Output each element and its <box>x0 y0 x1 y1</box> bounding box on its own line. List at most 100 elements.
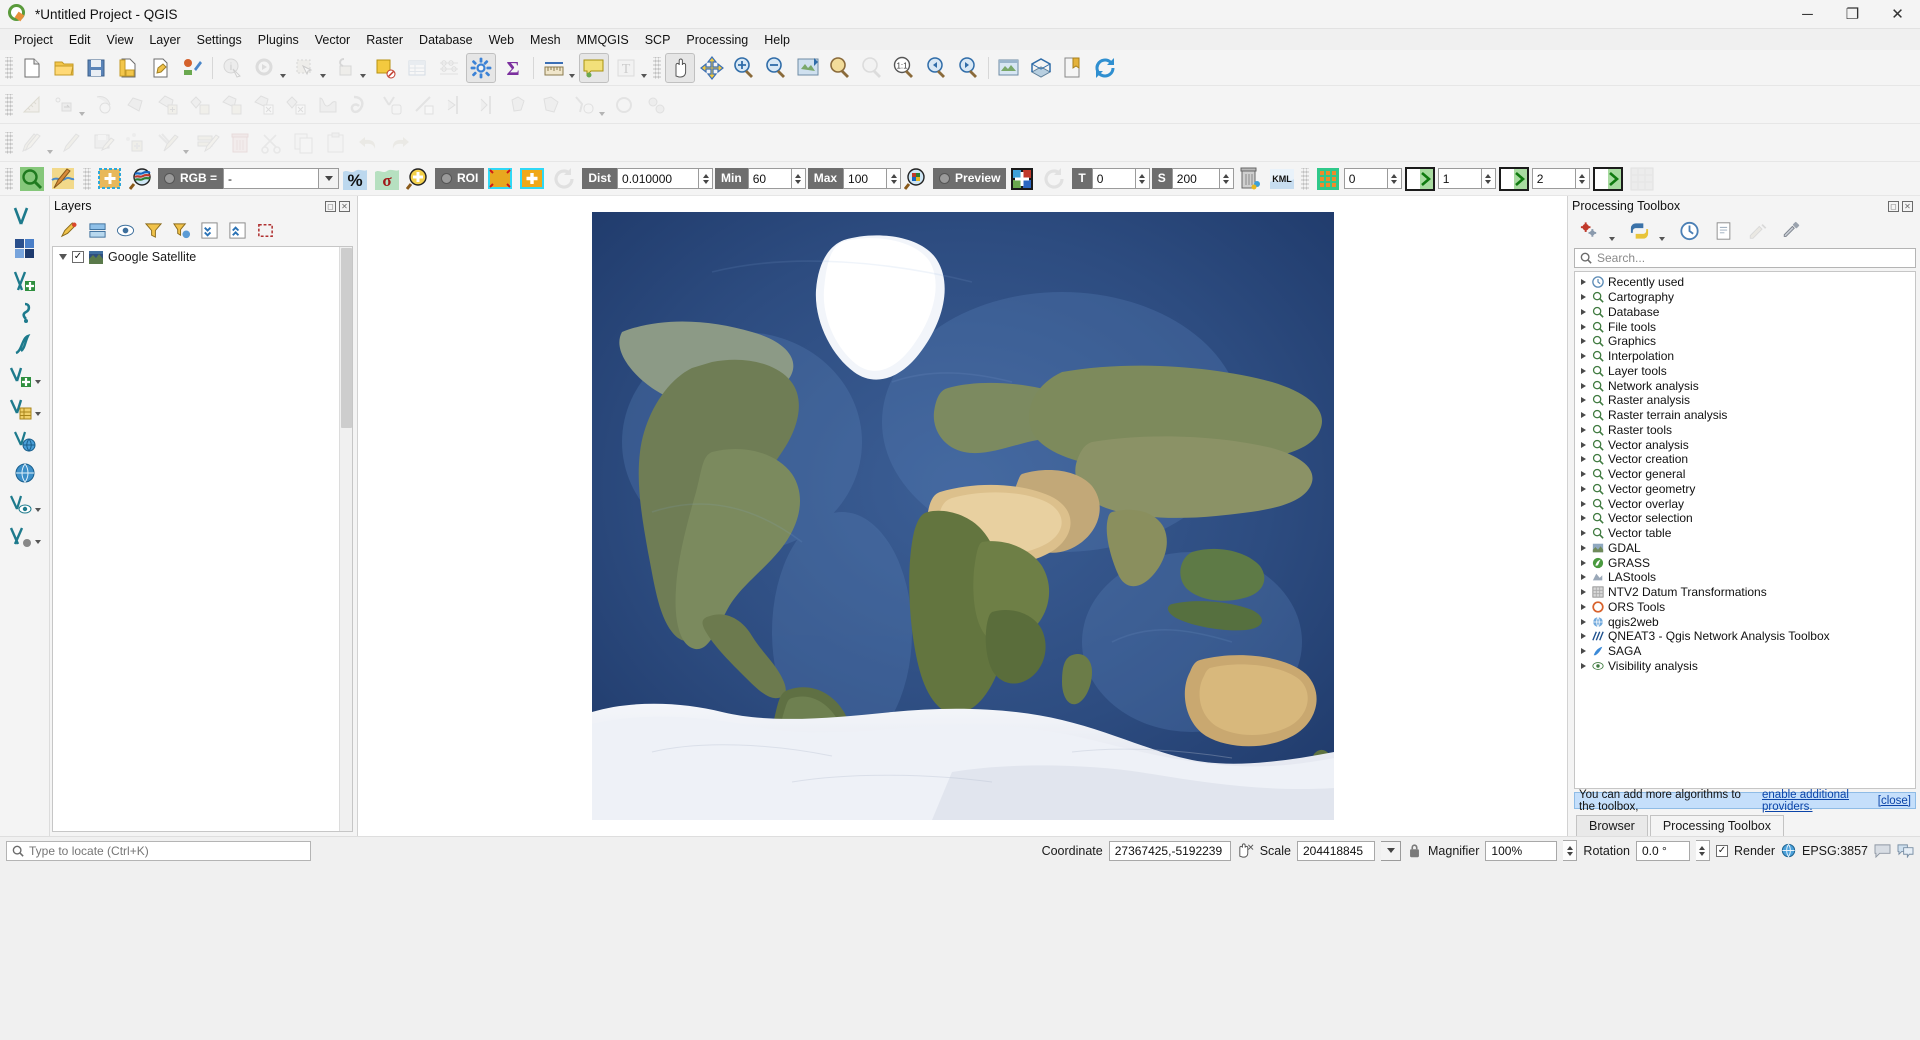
scp-zoom-to-roi-icon[interactable] <box>404 164 434 194</box>
scp-tool-vector-plus-icon[interactable] <box>6 362 36 392</box>
locator-input[interactable]: Type to locate (Ctrl+K) <box>6 840 311 861</box>
processing-group-raster-analysis[interactable]: Raster analysis <box>1575 393 1915 408</box>
processing-group-vector-table[interactable]: Vector table <box>1575 526 1915 541</box>
deselect-features-icon[interactable] <box>330 53 360 83</box>
history-icon[interactable] <box>1676 219 1702 243</box>
scp-export-kml-icon[interactable]: KML <box>1267 164 1297 194</box>
run-feature-action-icon[interactable] <box>250 53 280 83</box>
band-index-2-input[interactable]: 2 <box>1531 168 1576 189</box>
scp-tool-web-icon[interactable] <box>10 458 40 488</box>
processing-group-interpolation[interactable]: Interpolation <box>1575 349 1915 364</box>
layers-panel-close-button[interactable]: ✕ <box>339 200 350 212</box>
menu-item-settings[interactable]: Settings <box>189 31 250 49</box>
scp-preview-zoom-icon[interactable] <box>902 164 932 194</box>
select-value-icon[interactable] <box>370 53 400 83</box>
toolbar-grip[interactable] <box>5 56 13 79</box>
delete-ring-icon[interactable] <box>249 90 279 120</box>
minimize-button[interactable]: ─ <box>1785 0 1830 29</box>
expand-chevron-right-icon[interactable] <box>1581 279 1586 286</box>
open-project-icon[interactable] <box>49 53 79 83</box>
merge-features-icon[interactable] <box>505 90 535 120</box>
crs-label[interactable]: EPSG:3857 <box>1802 844 1868 858</box>
expand-chevron-right-icon[interactable] <box>1581 500 1586 507</box>
menu-item-view[interactable]: View <box>98 31 141 49</box>
paste-features-icon[interactable] <box>321 128 351 158</box>
rgb-combo-chevron-down-icon[interactable] <box>319 168 340 189</box>
chevron-down-icon[interactable] <box>79 112 85 116</box>
band-index-0-input[interactable]: 0 <box>1343 168 1388 189</box>
panel-tab-browser[interactable]: Browser <box>1576 815 1648 836</box>
style-manager-icon[interactable] <box>177 53 207 83</box>
expand-chevron-right-icon[interactable] <box>1581 530 1586 537</box>
processing-group-ntv2-datum-transformations[interactable]: NTV2 Datum Transformations <box>1575 585 1915 600</box>
new-project-icon[interactable] <box>17 53 47 83</box>
expand-chevron-right-icon[interactable] <box>1581 485 1586 492</box>
lock-icon[interactable] <box>1407 843 1422 859</box>
menu-item-mesh[interactable]: Mesh <box>522 31 569 49</box>
menu-item-project[interactable]: Project <box>6 31 61 49</box>
rotate-point-symbols-icon[interactable] <box>609 90 639 120</box>
processing-group-ors-tools[interactable]: ORS Tools <box>1575 600 1915 615</box>
menu-item-web[interactable]: Web <box>481 31 522 49</box>
split-parts-icon[interactable] <box>473 90 503 120</box>
scp-tool-vector-eye-icon[interactable] <box>6 490 36 520</box>
expand-chevron-right-icon[interactable] <box>1581 397 1586 404</box>
pan-to-selection-icon[interactable] <box>697 53 727 83</box>
band-go-button-2[interactable] <box>1498 166 1529 191</box>
dist-stepper[interactable] <box>699 168 714 189</box>
expand-chevron-right-icon[interactable] <box>1581 456 1586 463</box>
expand-chevron-right-icon[interactable] <box>1581 441 1586 448</box>
expand-chevron-right-icon[interactable] <box>1581 648 1586 655</box>
delete-selected-icon[interactable] <box>225 128 255 158</box>
menu-item-plugins[interactable]: Plugins <box>250 31 307 49</box>
scale-chevron-down-icon[interactable] <box>1381 840 1401 861</box>
redo-icon[interactable] <box>385 128 415 158</box>
processing-group-vector-analysis[interactable]: Vector analysis <box>1575 437 1915 452</box>
expand-chevron-right-icon[interactable] <box>1581 308 1586 315</box>
copy-features-icon[interactable] <box>289 128 319 158</box>
notice-close-link[interactable]: [close] <box>1878 795 1911 807</box>
chevron-down-icon[interactable] <box>47 150 53 154</box>
text-annotation-icon[interactable]: T <box>611 53 641 83</box>
rotate-feature-icon[interactable] <box>89 90 119 120</box>
fill-ring-icon[interactable] <box>217 90 247 120</box>
dist-input[interactable]: 0.010000 <box>617 168 700 189</box>
save-layer-edits-icon[interactable] <box>89 128 119 158</box>
magnifier-input[interactable]: 100% <box>1485 840 1558 861</box>
preview-radio[interactable] <box>939 173 951 184</box>
scp-redo-preview-icon[interactable] <box>1039 164 1069 194</box>
map-canvas-area[interactable] <box>358 196 1568 836</box>
magnifier-stepper[interactable] <box>1563 840 1578 861</box>
save-project-as-icon[interactable] <box>113 53 143 83</box>
processing-group-database[interactable]: Database <box>1575 305 1915 320</box>
scp-edit-raster-icon[interactable] <box>49 164 79 194</box>
scp-band-calc-icon[interactable] <box>1627 164 1657 194</box>
chevron-down-icon[interactable] <box>360 74 366 78</box>
expand-chevron-right-icon[interactable] <box>1581 353 1586 360</box>
toolbar-grip[interactable] <box>1300 167 1309 190</box>
results-viewer-icon[interactable] <box>1710 219 1736 243</box>
remove-layer-icon[interactable] <box>252 218 278 242</box>
chevron-down-icon[interactable] <box>320 74 326 78</box>
map-tips-icon[interactable] <box>579 52 609 83</box>
scp-remove-temp-icon[interactable] <box>1235 164 1265 194</box>
band-index-1-input[interactable]: 1 <box>1437 168 1482 189</box>
enable-additional-providers-link[interactable]: enable additional providers. <box>1762 789 1875 813</box>
expand-chevron-right-icon[interactable] <box>1581 574 1586 581</box>
measure-line-icon[interactable] <box>539 53 569 83</box>
processing-group-graphics[interactable]: Graphics <box>1575 334 1915 349</box>
processing-group-vector-general[interactable]: Vector general <box>1575 467 1915 482</box>
scp-roi-add-icon[interactable] <box>517 164 547 194</box>
s-stepper[interactable] <box>1219 168 1234 189</box>
processing-group-vector-selection[interactable]: Vector selection <box>1575 511 1915 526</box>
menu-item-database[interactable]: Database <box>411 31 481 49</box>
scp-tool-query-icon[interactable] <box>10 298 40 328</box>
toolbar-grip[interactable] <box>83 167 91 190</box>
max-stepper[interactable] <box>887 168 902 189</box>
processing-group-cartography[interactable]: Cartography <box>1575 290 1915 305</box>
toolbar-grip[interactable] <box>5 93 13 116</box>
collapse-all-icon[interactable] <box>224 218 250 242</box>
processing-group-vector-geometry[interactable]: Vector geometry <box>1575 482 1915 497</box>
expand-chevron-right-icon[interactable] <box>1581 662 1586 669</box>
chevron-down-icon[interactable] <box>569 74 575 78</box>
